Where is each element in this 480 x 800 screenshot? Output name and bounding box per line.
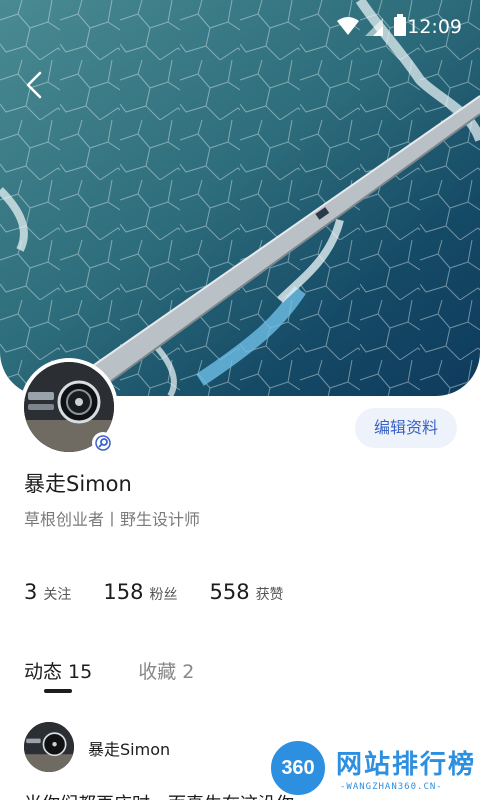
cover-image [0, 0, 480, 396]
tab-label: 收藏 [138, 661, 177, 683]
tab-count: 15 [68, 661, 93, 683]
watermark-badge: 360 [268, 738, 328, 798]
post-text[interactable]: 当你们都再床时，而真生在这没你 [24, 790, 294, 800]
stat-label: 关注 [43, 587, 72, 603]
stat-value: 558 [209, 580, 250, 604]
tab-posts[interactable]: 动态 15 [24, 657, 92, 684]
verified-icon [92, 432, 114, 454]
tab-label: 动态 [24, 661, 63, 683]
tab-favorites[interactable]: 收藏 2 [138, 657, 194, 684]
post-author-avatar[interactable] [24, 722, 74, 772]
stat-label: 粉丝 [149, 587, 178, 603]
edit-profile-button[interactable]: 编辑资料 [355, 408, 457, 448]
tab-count: 2 [182, 661, 195, 683]
stat-label: 获赞 [255, 587, 284, 603]
signal-icon [365, 18, 383, 36]
post-author-name[interactable]: 暴走Simon [88, 736, 170, 760]
profile-name: 暴走Simon [24, 472, 132, 496]
headlight-image [24, 722, 74, 772]
tab-indicator [44, 689, 72, 693]
stat-value: 158 [103, 580, 144, 604]
stat-following[interactable]: 3 关注 [24, 580, 71, 604]
watermark: 360 网站排行榜 -WANGZHAN360.CN- [268, 738, 480, 800]
wifi-icon [337, 17, 359, 35]
content-tabs: 动态 15 收藏 2 [24, 657, 240, 684]
battery-icon [394, 14, 406, 36]
profile-bio: 草根创业者丨野生设计师 [24, 510, 201, 529]
stat-likes[interactable]: 558 获赞 [209, 580, 283, 604]
back-button[interactable] [22, 70, 48, 100]
status-bar: 12:09 [0, 0, 480, 54]
stat-value: 3 [24, 580, 38, 604]
watermark-title: 网站排行榜 [336, 750, 477, 780]
watermark-subtitle: -WANGZHAN360.CN- [340, 782, 443, 792]
status-time: 12:09 [407, 16, 462, 38]
stats-row: 3 关注 158 粉丝 558 获赞 [24, 580, 316, 610]
stat-followers[interactable]: 158 粉丝 [103, 580, 177, 604]
